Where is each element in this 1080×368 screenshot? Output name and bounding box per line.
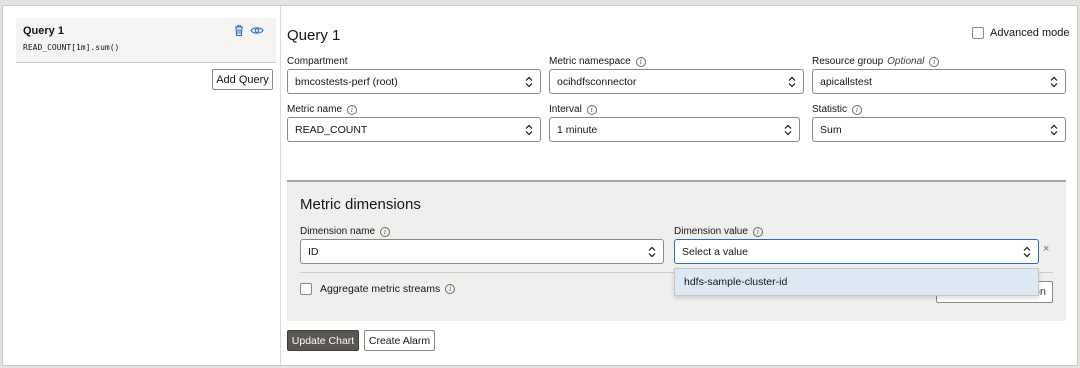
- dimension-name-value: ID: [308, 245, 319, 258]
- resource-group-label-text: Resource group: [812, 56, 884, 67]
- compartment-label: Compartment: [287, 56, 348, 67]
- statistic-label-text: Statistic: [812, 104, 848, 115]
- chevron-updown-icon: [1023, 246, 1031, 258]
- interval-label-text: Interval: [549, 104, 582, 115]
- trash-icon[interactable]: [233, 24, 245, 37]
- query-card-expression: READ_COUNT[1m].sum(): [23, 43, 120, 52]
- dimension-name-label: Dimension name i: [300, 226, 391, 237]
- query-card-title: Query 1: [23, 25, 64, 37]
- advanced-mode-checkbox[interactable]: [972, 27, 984, 39]
- compartment-select[interactable]: bmcostests-perf (root): [287, 69, 541, 94]
- aggregate-streams-toggle[interactable]: Aggregate metric streams i: [300, 283, 456, 295]
- panel-divider: [280, 6, 281, 367]
- compartment-value: bmcostests-perf (root): [295, 75, 398, 88]
- dimension-value-option[interactable]: hdfs-sample-cluster-id: [674, 268, 1039, 296]
- chevron-updown-icon: [1050, 124, 1058, 136]
- advanced-mode-label: Advanced mode: [990, 27, 1070, 39]
- query-card[interactable]: Query 1 READ_COUNT[1m].sum(): [16, 18, 276, 63]
- metric-namespace-label-text: Metric namespace: [549, 56, 631, 67]
- info-icon[interactable]: i: [852, 104, 863, 115]
- update-chart-button[interactable]: Update Chart: [287, 330, 359, 351]
- info-icon[interactable]: i: [586, 104, 597, 115]
- metric-name-select[interactable]: READ_COUNT: [287, 117, 541, 142]
- dimension-value-label-text: Dimension value: [674, 226, 748, 237]
- metric-name-label: Metric name i: [287, 104, 358, 115]
- metric-dimensions-title: Metric dimensions: [300, 196, 421, 213]
- create-alarm-button[interactable]: Create Alarm: [364, 330, 435, 351]
- metric-namespace-value: ocihdfsconnector: [557, 75, 637, 88]
- chevron-updown-icon: [525, 124, 533, 136]
- chevron-updown-icon: [648, 246, 656, 258]
- query-editor-title: Query 1: [287, 27, 341, 44]
- compartment-label-text: Compartment: [287, 56, 348, 67]
- aggregate-streams-checkbox[interactable]: [300, 283, 312, 295]
- dimension-name-label-text: Dimension name: [300, 226, 376, 237]
- metric-name-label-text: Metric name: [287, 104, 343, 115]
- metric-name-value: READ_COUNT: [295, 123, 368, 136]
- dimension-value-select[interactable]: Select a value: [674, 239, 1039, 264]
- dimension-value-placeholder: Select a value: [682, 245, 748, 258]
- chevron-updown-icon: [788, 76, 796, 88]
- info-icon[interactable]: i: [445, 284, 456, 294]
- chevron-updown-icon: [525, 76, 533, 88]
- chevron-updown-icon: [1050, 76, 1058, 88]
- interval-label: Interval i: [549, 104, 597, 115]
- chevron-updown-icon: [784, 124, 792, 136]
- info-icon[interactable]: i: [929, 56, 940, 67]
- interval-value: 1 minute: [557, 123, 598, 136]
- statistic-label: Statistic i: [812, 104, 863, 115]
- remove-dimension-icon[interactable]: ×: [1043, 243, 1049, 255]
- statistic-value: Sum: [820, 123, 842, 136]
- advanced-mode-toggle[interactable]: Advanced mode: [972, 27, 1070, 39]
- resource-group-label: Resource group Optional i: [812, 56, 940, 67]
- info-icon[interactable]: i: [347, 104, 358, 115]
- resource-group-value: apicallstest: [820, 75, 872, 88]
- info-icon[interactable]: i: [635, 56, 646, 67]
- info-icon[interactable]: i: [752, 226, 763, 237]
- resource-group-select[interactable]: apicallstest: [812, 69, 1066, 94]
- query-list: Query 1 READ_COUNT[1m].sum() Add Query: [16, 18, 276, 103]
- metric-namespace-label: Metric namespace i: [549, 56, 646, 67]
- metric-namespace-select[interactable]: ocihdfsconnector: [549, 69, 804, 94]
- info-icon[interactable]: i: [380, 226, 391, 237]
- aggregate-streams-label: Aggregate metric streams: [320, 283, 441, 295]
- add-query-button[interactable]: Add Query: [212, 69, 273, 90]
- optional-tag: Optional: [887, 56, 925, 67]
- interval-select[interactable]: 1 minute: [549, 117, 800, 142]
- dimension-name-select[interactable]: ID: [300, 239, 664, 264]
- eye-icon[interactable]: [250, 24, 264, 37]
- statistic-select[interactable]: Sum: [812, 117, 1066, 142]
- dimension-value-option-label: hdfs-sample-cluster-id: [684, 276, 788, 288]
- dimension-value-label: Dimension value i: [674, 226, 763, 237]
